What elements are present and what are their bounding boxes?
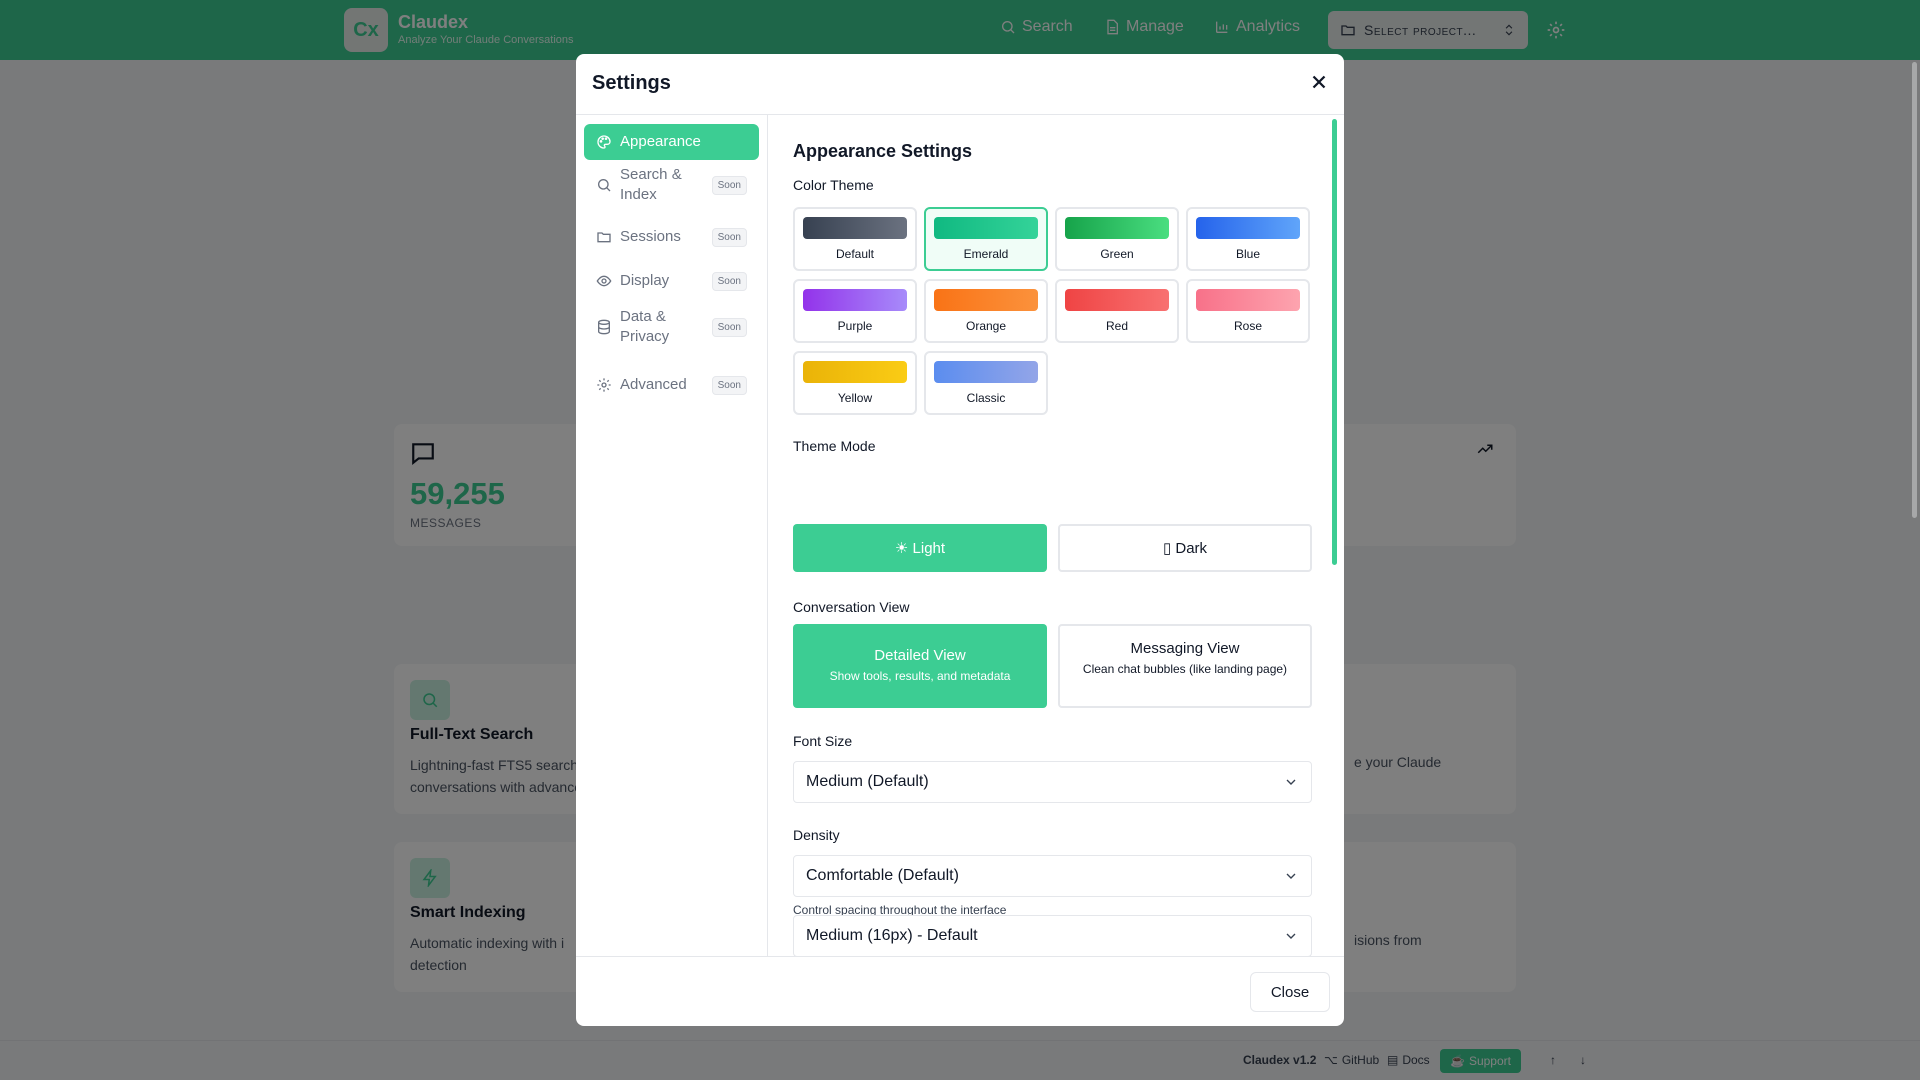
theme-name: Green (1100, 247, 1134, 261)
theme-swatch (803, 289, 907, 311)
theme-name: Classic (966, 391, 1006, 405)
theme-option-blue[interactable]: Blue (1186, 207, 1310, 271)
theme-option-default[interactable]: Default (793, 207, 917, 271)
density-help-text: Control spacing throughout the interface (793, 903, 1007, 917)
theme-option-red[interactable]: Red (1055, 279, 1179, 343)
theme-swatch (934, 361, 1038, 383)
sidebar-item-display[interactable]: Display Soon (584, 263, 759, 299)
theme-option-classic[interactable]: Classic (924, 351, 1048, 415)
color-theme-label: Color Theme (793, 177, 874, 193)
theme-swatch (803, 217, 907, 239)
density-value: Comfortable (Default) (806, 867, 959, 884)
font-size-label: Font Size (793, 733, 853, 749)
search-icon (598, 179, 611, 192)
sidebar-item-sessions[interactable]: Sessions Soon (584, 219, 759, 255)
page-scrollbar[interactable] (1912, 62, 1917, 518)
sidebar-item-label: Data & Privacy (620, 308, 670, 345)
section-title: Appearance Settings (793, 141, 973, 161)
theme-name: Default (835, 247, 875, 261)
font-size-select[interactable]: Medium (Default) (793, 761, 1312, 803)
content-scrollbar[interactable] (1332, 119, 1337, 565)
theme-option-rose[interactable]: Rose (1186, 279, 1310, 343)
view-description: Clean chat bubbles (like landing page) (1082, 662, 1288, 676)
theme-swatch (1065, 217, 1169, 239)
eye-icon (596, 275, 612, 287)
close-icon[interactable] (1308, 71, 1330, 93)
chevron-down-icon (1286, 779, 1296, 785)
theme-name: Red (1105, 319, 1128, 333)
messaging-view-button[interactable]: Messaging View Clean chat bubbles (like … (1058, 624, 1312, 708)
sidebar-item-advanced[interactable]: Advanced Soon (584, 367, 759, 403)
theme-name: Rose (1233, 319, 1262, 333)
folder-icon (597, 232, 611, 243)
theme-mode-light-button[interactable]: ☀ Light (793, 524, 1047, 572)
theme-option-green[interactable]: Green (1055, 207, 1179, 271)
modal-title: Settings (592, 72, 671, 94)
theme-swatch (803, 361, 907, 383)
view-description: Show tools, results, and metadata (829, 669, 1011, 683)
theme-option-emerald[interactable]: Emerald (924, 207, 1048, 271)
theme-swatch (1196, 289, 1300, 311)
density-select[interactable]: Comfortable (Default) (793, 855, 1312, 897)
soon-badge: Soon (711, 271, 747, 291)
theme-mode-label: Theme Mode (793, 438, 876, 454)
close-button[interactable]: Close (1250, 972, 1330, 1012)
gear-icon (597, 378, 611, 392)
theme-name: Yellow (837, 391, 873, 405)
sidebar-item-label: Appearance (620, 133, 701, 150)
chevron-down-icon (1286, 873, 1296, 879)
database-icon (598, 319, 610, 335)
conversation-view-label: Conversation View (793, 599, 910, 615)
theme-swatch (934, 289, 1038, 311)
sidebar-item-appearance[interactable]: Appearance (584, 124, 759, 160)
sidebar-item-search-index[interactable]: Search & Index Soon (584, 165, 759, 205)
light-mode-label: ☀ Light (894, 540, 946, 557)
soon-badge: Soon (711, 175, 747, 195)
soon-badge: Soon (711, 317, 747, 337)
detailed-view-button[interactable]: Detailed View Show tools, results, and m… (793, 624, 1047, 708)
divider (576, 956, 1344, 957)
theme-name: Purple (837, 319, 873, 333)
sidebar-item-label: Sessions (620, 228, 681, 245)
view-title: Messaging View (1130, 640, 1240, 657)
view-title: Detailed View (874, 647, 966, 664)
soon-badge: Soon (711, 375, 747, 395)
theme-swatch (1065, 289, 1169, 311)
sidebar-item-label: Advanced (620, 376, 687, 393)
theme-swatch (1196, 217, 1300, 239)
theme-option-purple[interactable]: Purple (793, 279, 917, 343)
sidebar-item-label: Search & Index (620, 166, 682, 203)
soon-badge: Soon (711, 227, 747, 247)
theme-swatch (934, 217, 1038, 239)
font-size2-label: Font Size (793, 941, 853, 956)
font-size-value: Medium (Default) (806, 773, 929, 790)
dark-mode-label: ▯ Dark (1162, 540, 1208, 557)
theme-name: Orange (965, 319, 1007, 333)
density-label: Density (793, 827, 840, 843)
theme-option-orange[interactable]: Orange (924, 279, 1048, 343)
sidebar-item-label: Display (620, 272, 670, 289)
theme-option-yellow[interactable]: Yellow (793, 351, 917, 415)
settings-modal: Settings Appearance Search & Index Soon … (576, 54, 1344, 1026)
sidebar-item-data-privacy[interactable]: Data & Privacy Soon (584, 307, 759, 347)
theme-name: Blue (1235, 247, 1261, 261)
theme-mode-dark-button[interactable]: ▯ Dark (1058, 524, 1312, 572)
theme-name: Emerald (963, 247, 1009, 261)
settings-content: Appearance Settings Color Theme Default E… (769, 115, 1344, 956)
settings-sidebar: Appearance Search & Index Soon Sessions … (576, 115, 768, 956)
palette-icon (597, 135, 611, 149)
